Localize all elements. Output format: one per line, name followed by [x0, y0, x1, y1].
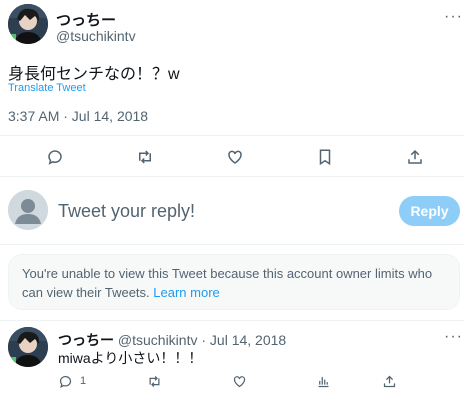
reply-reply-icon[interactable]: [56, 372, 74, 390]
learn-more-link[interactable]: Learn more: [153, 285, 219, 300]
reply-views-icon[interactable]: [314, 372, 332, 390]
reply-date[interactable]: Jul 14, 2018: [210, 332, 286, 348]
reply-author-handle[interactable]: @tsuchikintv: [118, 332, 198, 348]
restricted-view-notice: You're unable to view this Tweet because…: [8, 254, 460, 310]
reply-header: つっちー @tsuchikintv · Jul 14, 2018: [58, 330, 286, 350]
reply-text: miwaより小さい！！！: [58, 350, 203, 366]
like-icon[interactable]: [224, 146, 246, 168]
divider: [0, 320, 464, 321]
more-options-icon[interactable]: ···: [444, 8, 463, 26]
current-user-avatar: [8, 190, 48, 230]
bookmark-icon[interactable]: [314, 146, 336, 168]
reply-button[interactable]: Reply: [399, 196, 460, 226]
reply-share-icon[interactable]: [380, 372, 398, 390]
reply-input[interactable]: [58, 198, 378, 224]
tweet-text: 身長何センチなの！？w: [8, 66, 180, 83]
author-avatar[interactable]: [8, 4, 48, 44]
reply-reply-count: 1: [80, 375, 87, 387]
reply-more-options-icon[interactable]: ···: [444, 328, 463, 346]
divider: [0, 135, 464, 136]
reply-author-display-name[interactable]: つっちー: [58, 332, 114, 348]
tweet-timestamp[interactable]: 3:37 AM · Jul 14, 2018: [8, 108, 148, 124]
share-icon[interactable]: [404, 146, 426, 168]
retweet-icon[interactable]: [134, 146, 156, 168]
author-display-name[interactable]: つっちー: [56, 9, 116, 30]
divider: [0, 244, 464, 245]
reply-icon[interactable]: [44, 146, 66, 168]
reply-like-icon[interactable]: [230, 372, 248, 390]
translate-tweet-link[interactable]: Translate Tweet: [8, 82, 86, 94]
notice-text: You're unable to view this Tweet because…: [22, 266, 433, 300]
divider: [0, 176, 464, 177]
reply-retweet-icon[interactable]: [145, 372, 163, 390]
author-handle[interactable]: @tsuchikintv: [56, 28, 136, 44]
separator-dot: ·: [201, 332, 207, 348]
reply-author-avatar[interactable]: [8, 327, 48, 367]
